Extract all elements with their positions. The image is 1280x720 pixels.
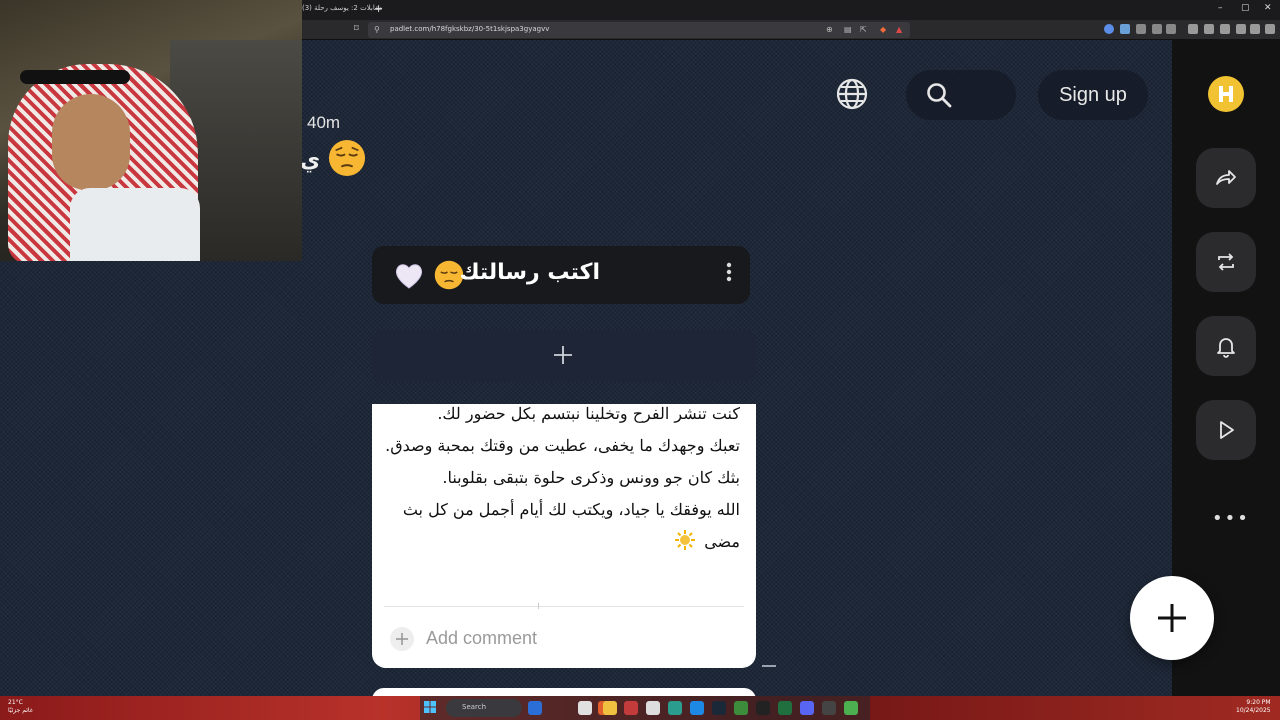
padlet-board: Sign up 40m ي اكتب رسالتك كنت تنشر الفرح… — [300, 40, 1172, 700]
post-time-ago: 40m — [307, 113, 341, 132]
add-comment-icon[interactable] — [390, 627, 414, 651]
taskbar-app-icon[interactable] — [646, 701, 660, 715]
divider-tick — [538, 603, 539, 609]
search-icon — [927, 83, 952, 108]
steam-icon[interactable] — [712, 701, 726, 715]
taskbar-search[interactable]: Search — [446, 699, 522, 717]
weather-temp: 21°C — [8, 699, 23, 706]
wallet-icon[interactable] — [1220, 24, 1230, 34]
column-title: اكتب رسالتك — [459, 260, 600, 285]
maximize-button[interactable]: ▢ — [1241, 3, 1250, 13]
remake-button[interactable] — [1196, 232, 1256, 292]
post-card[interactable]: كنت تنشر الفرح وتخلينا نبتسم بكل حضور لك… — [372, 404, 756, 668]
pensive-face-emoji-icon — [328, 139, 366, 177]
search-button[interactable] — [906, 70, 1016, 120]
share-icon — [1216, 170, 1236, 185]
close-window-button[interactable]: ✕ — [1264, 3, 1272, 13]
globe-icon[interactable] — [836, 78, 868, 110]
leo-icon[interactable] — [1236, 24, 1246, 34]
add-comment-input[interactable]: Add comment — [426, 628, 537, 649]
webcam-agal — [20, 70, 130, 84]
plus-icon — [554, 346, 572, 364]
zoom-icon[interactable]: ⊕ — [826, 25, 833, 34]
clock-time: 9:20 PM — [1246, 699, 1271, 706]
discord-icon[interactable] — [800, 701, 814, 715]
play-icon — [1220, 421, 1234, 439]
sun-emoji-icon — [675, 530, 696, 550]
post-line: بثك كان جو وونس وذكرى حلوة بتبقى بقلوبنا… — [442, 468, 740, 487]
taskbar-search-label: Search — [462, 703, 487, 711]
taskbar-app-icon[interactable] — [822, 701, 836, 715]
taskbar-app-icon[interactable] — [756, 701, 770, 715]
post-line: تعبك وجهدك ما يخفى، عطيت من وقتك بمحبة و… — [385, 436, 740, 455]
reader-icon[interactable]: ▤ — [844, 25, 852, 34]
taskbar-app-icon[interactable] — [778, 701, 792, 715]
notifications-button[interactable] — [1196, 316, 1256, 376]
clock-date: 10/24/2025 — [1236, 707, 1271, 714]
windows-start-icon[interactable] — [424, 701, 436, 713]
webcam-overlay — [0, 0, 302, 261]
windows-taskbar: 21°C غائم جزئيًا Search 9:20 PM 10/24/20… — [0, 696, 1280, 720]
extension-icon[interactable] — [1136, 24, 1146, 34]
plus-icon — [1158, 604, 1186, 632]
extension-icon[interactable] — [1104, 24, 1114, 34]
remake-icon — [1218, 253, 1234, 271]
media-icon[interactable] — [1188, 24, 1198, 34]
extension-icon[interactable] — [1120, 24, 1130, 34]
share-page-icon[interactable]: ⇱ — [860, 25, 867, 34]
post-line: كنت تنشر الفرح وتخلينا نبتسم بكل حضور لك… — [437, 404, 740, 423]
taskbar-app-icon[interactable] — [844, 701, 858, 715]
white-heart-emoji-icon — [395, 264, 423, 289]
slideshow-button[interactable] — [1196, 400, 1256, 460]
add-post-button[interactable] — [372, 330, 756, 382]
resize-handle[interactable] — [762, 665, 776, 667]
add-post-fab[interactable] — [1130, 576, 1214, 660]
edge-icon[interactable] — [668, 701, 682, 715]
more-options-icon[interactable]: ••• — [1212, 508, 1250, 529]
address-url[interactable]: padlet.com/h78fgkskbz/30-5t1skjspa3gyagv… — [390, 25, 549, 33]
kebab-menu-icon[interactable] — [726, 262, 732, 282]
board-background-left — [0, 261, 302, 696]
weather-widget[interactable]: 21°C غائم جزئيًا — [8, 699, 33, 715]
post-line: الله يوفقك يا جياد، ويكتب لك أيام أجمل م… — [380, 494, 740, 558]
bookmark-icon[interactable]: ⌑ — [354, 24, 359, 34]
taskbar-app-icon[interactable] — [578, 701, 592, 715]
sidebar-icon[interactable] — [1204, 24, 1214, 34]
extension-icon[interactable] — [1166, 24, 1176, 34]
share-button[interactable] — [1196, 148, 1256, 208]
menu-icon[interactable] — [1265, 24, 1275, 34]
file-explorer-icon[interactable] — [603, 701, 617, 715]
taskbar-clock[interactable]: 9:20 PM 10/24/2025 — [1236, 699, 1271, 715]
minimize-button[interactable]: – — [1218, 3, 1223, 13]
bell-icon — [1217, 338, 1235, 358]
taskbar-app-icon[interactable] — [734, 701, 748, 715]
avatar[interactable] — [1208, 76, 1244, 112]
new-tab-button[interactable]: + — [374, 2, 383, 15]
column-header[interactable]: اكتب رسالتك — [372, 246, 750, 304]
webcam-shirt — [70, 188, 200, 261]
post-body: كنت تنشر الفرح وتخلينا نبتسم بكل حضور لك… — [380, 404, 740, 558]
post-title-fragment: ي — [300, 148, 321, 173]
extension-icon[interactable] — [1152, 24, 1162, 34]
taskbar-app-icon[interactable] — [624, 701, 638, 715]
site-info-icon[interactable]: ⚲ — [374, 25, 380, 34]
padlet-logo-icon — [1219, 86, 1233, 102]
vpn-icon[interactable] — [1250, 24, 1260, 34]
brave-rewards-icon[interactable]: ▲ — [896, 25, 902, 34]
browser-tab-title[interactable]: (3) مقابلات 2: يوسف رحلة — [302, 4, 382, 12]
divider — [384, 606, 744, 607]
taskbar-app-icon[interactable] — [690, 701, 704, 715]
webcam-face — [52, 94, 130, 190]
weather-desc: غائم جزئيًا — [8, 707, 33, 714]
taskbar-app-icon[interactable] — [528, 701, 542, 715]
brave-shield-icon[interactable]: ◆ — [880, 25, 886, 34]
address-bar[interactable]: ⚲ padlet.com/h78fgkskbz/30-5t1skjspa3gya… — [368, 22, 910, 38]
sign-up-button[interactable]: Sign up — [1038, 70, 1148, 120]
plus-icon — [396, 633, 408, 645]
